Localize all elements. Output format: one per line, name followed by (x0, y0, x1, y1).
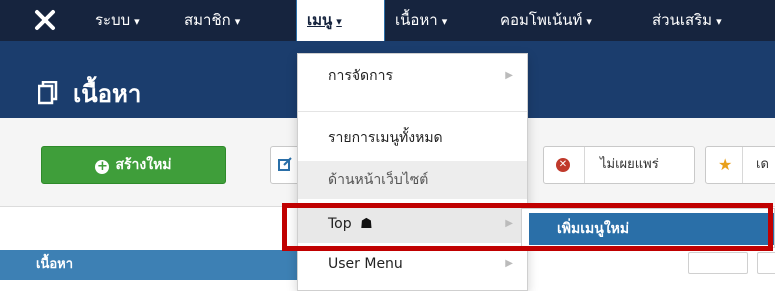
edit-button[interactable] (270, 146, 300, 184)
star-icon: ★ (718, 155, 733, 174)
dropdown-item-site-frontend[interactable]: ด้านหน้าเว็บไซต์ (298, 161, 527, 199)
button-divider (742, 147, 743, 183)
list-limit-select[interactable] (688, 252, 748, 274)
nav-item-label: คอมโพเน้นท์ (500, 11, 583, 29)
button-divider (584, 147, 585, 183)
nav-item-label: เนื้อหา (395, 11, 438, 29)
menu-dropdown: การจัดการ ▶ รายการเมนูทั้งหมด ด้านหน้าเว… (297, 53, 528, 291)
dropdown-item-label: User Menu (328, 256, 403, 272)
caret-down-icon: ▾ (134, 15, 140, 28)
nav-menu-menus[interactable]: เมนู ▾ (296, 0, 385, 41)
nav-item-label: เมนู (307, 11, 333, 29)
nav-menu-users[interactable]: สมาชิก ▾ (184, 0, 240, 41)
nav-menu-system[interactable]: ระบบ ▾ (95, 0, 140, 41)
caret-down-icon: ▾ (441, 15, 448, 28)
nav-menu-content[interactable]: เนื้อหา ▾ (395, 0, 447, 41)
dropdown-item-label: รายการเมนูทั้งหมด (328, 130, 443, 146)
nav-menu-components[interactable]: คอมโพเน้นท์ ▾ (500, 0, 592, 41)
annotation-highlight-box (282, 203, 773, 251)
joomla-logo-icon[interactable] (34, 9, 56, 31)
top-navbar: ระบบ ▾ สมาชิก ▾ เมนู ▾ เนื้อหา ▾ คอมโพเน้นท์… (0, 0, 775, 41)
new-button-label: สร้างใหม่ (115, 157, 172, 173)
caret-down-icon: ▾ (234, 15, 241, 28)
dropdown-divider (298, 111, 527, 112)
dropdown-item-manage[interactable]: การจัดการ ▶ (298, 57, 527, 95)
nav-item-label: ระบบ (95, 11, 131, 29)
sidebar-heading: เนื้อหา (0, 250, 297, 280)
plus-circle-icon: + (95, 159, 110, 174)
nav-menu-extensions[interactable]: ส่วนเสริม ▾ (652, 0, 722, 41)
x-circle-icon: ✕ (556, 158, 570, 172)
nav-item-label: ส่วนเสริม (652, 11, 713, 29)
dropdown-item-all-menu-items[interactable]: รายการเมนูทั้งหมด (298, 119, 527, 157)
dropdown-item-label: ด้านหน้าเว็บไซต์ (328, 172, 429, 188)
featured-button[interactable]: ★ เด (705, 146, 775, 184)
caret-down-icon: ▾ (336, 15, 342, 28)
chevron-right-icon: ▶ (505, 70, 513, 81)
sort-select[interactable] (757, 252, 775, 274)
caret-down-icon: ▾ (716, 15, 722, 28)
new-button[interactable]: + สร้างใหม่ (41, 146, 226, 184)
page-title: เนื้อหา (73, 80, 142, 108)
featured-label: เด (756, 157, 769, 172)
dropdown-item-label: การจัดการ (328, 68, 394, 84)
edit-icon (278, 157, 292, 173)
unpublish-button[interactable]: ✕ ไม่เผยแพร่ (543, 146, 695, 184)
caret-down-icon: ▾ (586, 15, 592, 28)
copy-icon (37, 80, 58, 105)
unpublish-label: ไม่เผยแพร่ (600, 157, 659, 172)
nav-item-label: สมาชิก (184, 11, 231, 29)
